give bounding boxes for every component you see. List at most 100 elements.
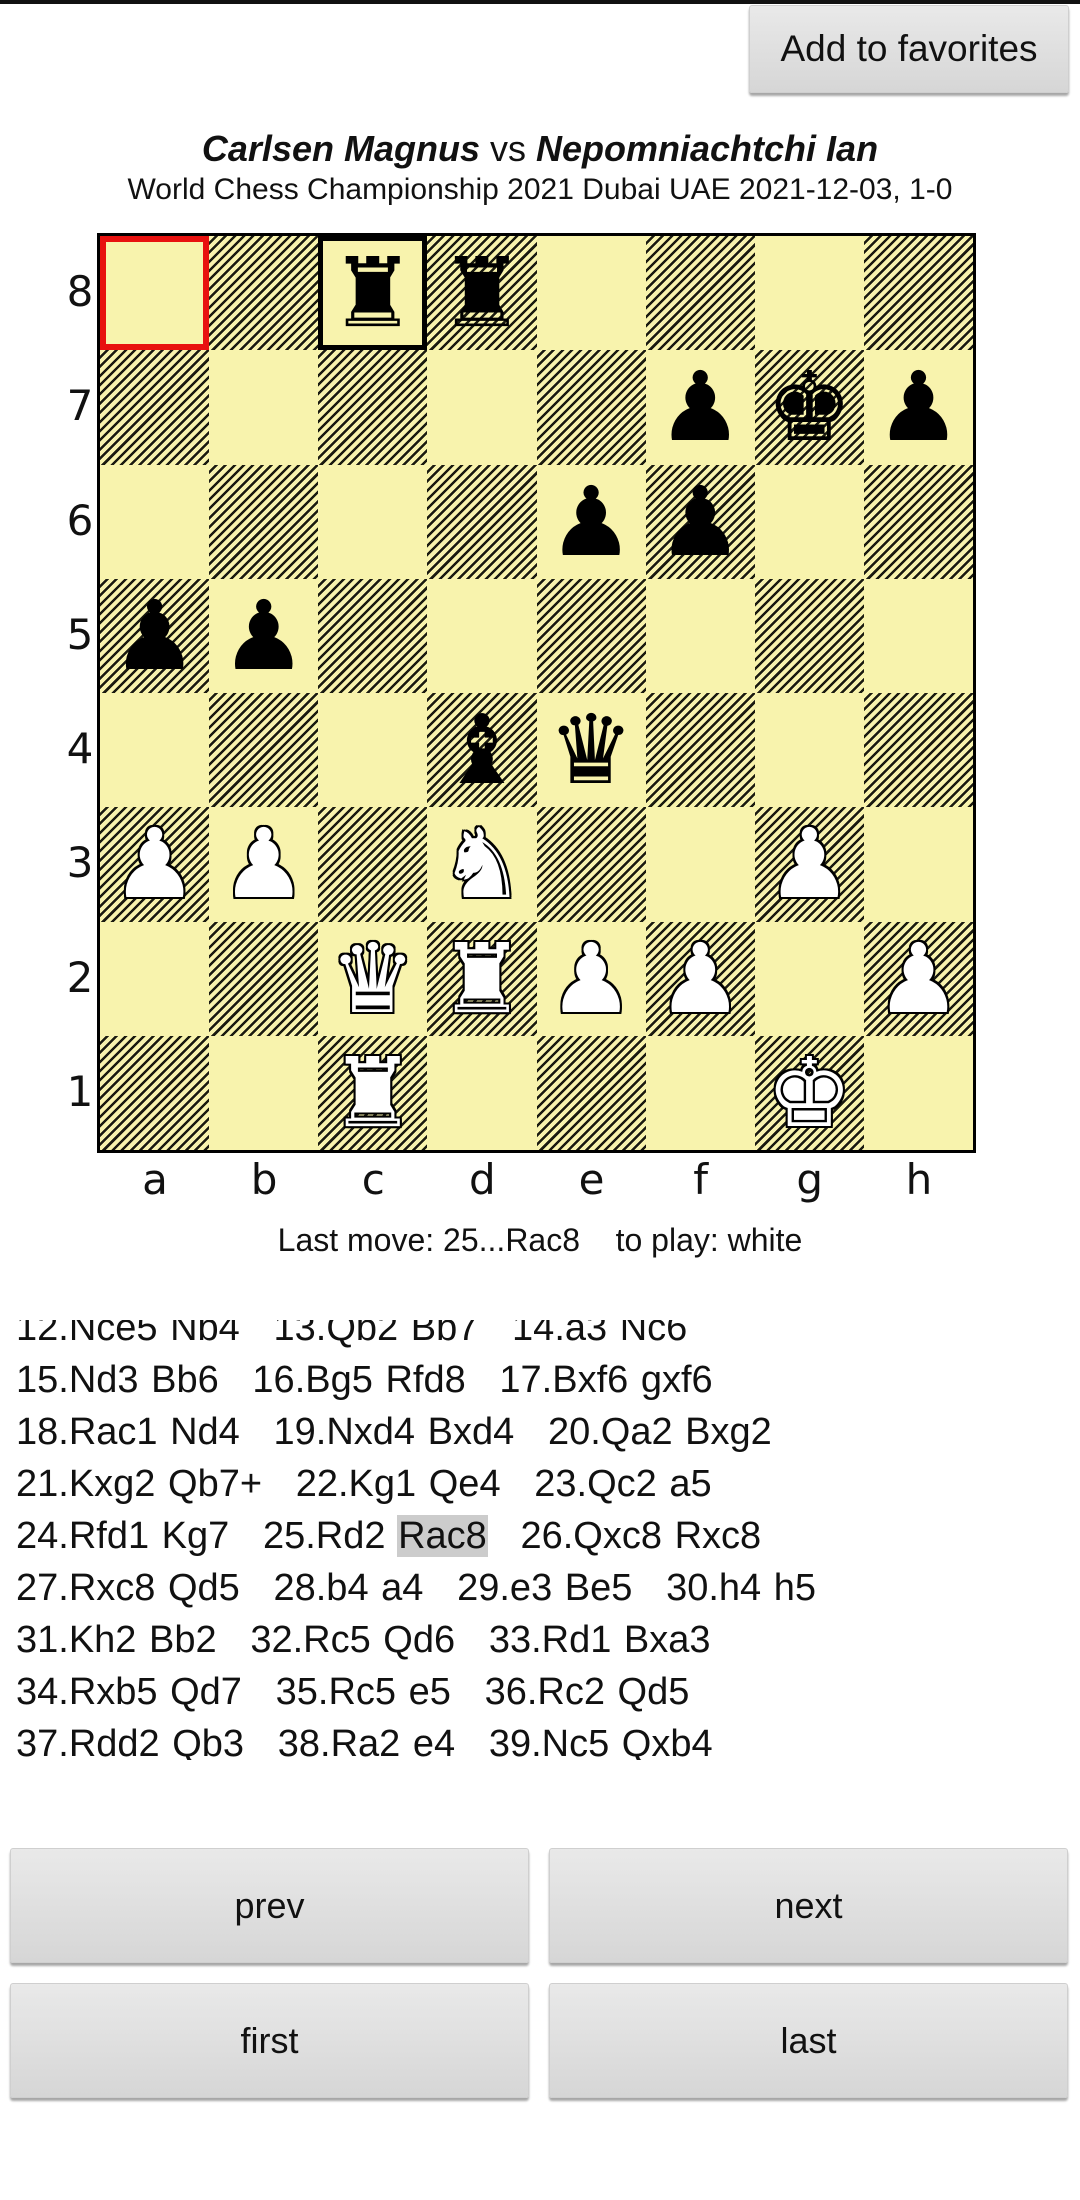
white-pawn-icon[interactable]: ♟: [548, 931, 634, 1027]
move[interactable]: gxf6: [640, 1359, 714, 1401]
square-a8[interactable]: [100, 236, 210, 351]
move[interactable]: 32.Rc5: [249, 1619, 371, 1661]
move[interactable]: e4: [412, 1723, 456, 1760]
square-a3[interactable]: ♟: [100, 807, 210, 922]
white-pawn-icon[interactable]: ♟: [766, 816, 852, 912]
square-b5[interactable]: ♟: [209, 578, 319, 693]
square-b2[interactable]: [209, 921, 319, 1036]
square-h4[interactable]: [863, 693, 973, 808]
black-queen-icon[interactable]: ♛: [548, 702, 634, 798]
square-e8[interactable]: [536, 236, 646, 351]
move[interactable]: 20.Qa2: [547, 1411, 674, 1453]
move[interactable]: 39.Nc5: [488, 1723, 610, 1760]
square-d3[interactable]: ♞: [427, 807, 537, 922]
white-pawn-icon[interactable]: ♟: [221, 816, 307, 912]
move[interactable]: Qd7: [169, 1671, 243, 1713]
square-c4[interactable]: [318, 693, 428, 808]
move[interactable]: Nc6: [619, 1320, 689, 1349]
white-pawn-icon[interactable]: ♟: [657, 931, 743, 1027]
move[interactable]: 35.Rc5: [275, 1671, 397, 1713]
move[interactable]: 17.Bxf6: [498, 1359, 629, 1401]
square-a1[interactable]: [100, 1035, 210, 1150]
move-list[interactable]: 12.Nce5 Nb4 13.Qb2 Bb7 14.a3 Nc6 15.Nd3 B…: [0, 1320, 1080, 1760]
square-h3[interactable]: [863, 807, 973, 922]
move[interactable]: 25.Rd2: [262, 1515, 387, 1557]
square-f2[interactable]: ♟: [645, 921, 755, 1036]
move[interactable]: 28.b4: [272, 1567, 369, 1609]
current-move[interactable]: Rac8: [397, 1515, 488, 1557]
last-button[interactable]: last: [549, 1983, 1068, 2098]
move[interactable]: Nd4: [169, 1411, 241, 1453]
black-pawn-icon[interactable]: ♟: [875, 359, 961, 455]
move[interactable]: Bb7: [410, 1320, 480, 1349]
move[interactable]: Qd5: [617, 1671, 691, 1713]
black-rook-icon[interactable]: ♜: [439, 245, 525, 341]
black-pawn-icon[interactable]: ♟: [657, 474, 743, 570]
black-pawn-icon[interactable]: ♟: [657, 359, 743, 455]
square-e1[interactable]: [536, 1035, 646, 1150]
square-g4[interactable]: [754, 693, 864, 808]
square-e2[interactable]: ♟: [536, 921, 646, 1036]
move[interactable]: 13.Qb2: [273, 1320, 400, 1349]
square-h7[interactable]: ♟: [863, 350, 973, 465]
black-bishop-icon[interactable]: ♝: [439, 702, 525, 798]
black-rook-icon[interactable]: ♜: [330, 245, 416, 341]
white-king-icon[interactable]: ♚: [766, 1045, 852, 1141]
move[interactable]: 33.Rd1: [488, 1619, 613, 1661]
move[interactable]: Qe4: [428, 1463, 502, 1505]
square-d6[interactable]: [427, 464, 537, 579]
square-h1[interactable]: [863, 1035, 973, 1150]
black-pawn-icon[interactable]: ♟: [221, 588, 307, 684]
move[interactable]: Bb6: [150, 1359, 220, 1401]
square-f4[interactable]: [645, 693, 755, 808]
move[interactable]: Qb3: [171, 1723, 245, 1760]
move[interactable]: h5: [773, 1567, 817, 1609]
move[interactable]: 24.Rfd1: [15, 1515, 150, 1557]
square-d5[interactable]: [427, 578, 537, 693]
square-f7[interactable]: ♟: [645, 350, 755, 465]
move[interactable]: 38.Ra2: [277, 1723, 402, 1760]
move[interactable]: e5: [408, 1671, 452, 1713]
square-f6[interactable]: ♟: [645, 464, 755, 579]
move[interactable]: Be5: [564, 1567, 634, 1609]
square-b1[interactable]: [209, 1035, 319, 1150]
square-h5[interactable]: [863, 578, 973, 693]
move[interactable]: Bxd4: [427, 1411, 516, 1453]
square-d4[interactable]: ♝: [427, 693, 537, 808]
square-e5[interactable]: [536, 578, 646, 693]
move[interactable]: 31.Kh2: [15, 1619, 137, 1661]
square-b8[interactable]: [209, 236, 319, 351]
move[interactable]: 26.Qxc8: [519, 1515, 663, 1557]
move[interactable]: 22.Kg1: [295, 1463, 417, 1505]
white-pawn-icon[interactable]: ♟: [112, 816, 198, 912]
square-a2[interactable]: [100, 921, 210, 1036]
square-e6[interactable]: ♟: [536, 464, 646, 579]
square-c6[interactable]: [318, 464, 428, 579]
square-f8[interactable]: [645, 236, 755, 351]
next-button[interactable]: next: [549, 1848, 1068, 1963]
square-g5[interactable]: [754, 578, 864, 693]
move[interactable]: 29.e3: [456, 1567, 553, 1609]
move[interactable]: 21.Kxg2: [15, 1463, 156, 1505]
square-a5[interactable]: ♟: [100, 578, 210, 693]
square-b4[interactable]: [209, 693, 319, 808]
white-knight-icon[interactable]: ♞: [439, 816, 525, 912]
white-queen-icon[interactable]: ♛: [330, 931, 416, 1027]
black-king-icon[interactable]: ♚: [766, 359, 852, 455]
white-rook-icon[interactable]: ♜: [439, 931, 525, 1027]
move[interactable]: Kg7: [161, 1515, 231, 1557]
square-h6[interactable]: [863, 464, 973, 579]
move[interactable]: Bb2: [148, 1619, 218, 1661]
move[interactable]: 37.Rdd2: [15, 1723, 161, 1760]
square-d1[interactable]: [427, 1035, 537, 1150]
move[interactable]: Qb7+: [167, 1463, 263, 1505]
move[interactable]: Bxg2: [684, 1411, 773, 1453]
square-b3[interactable]: ♟: [209, 807, 319, 922]
move[interactable]: 14.a3: [511, 1320, 608, 1349]
move[interactable]: 30.h4: [665, 1567, 762, 1609]
white-pawn-icon[interactable]: ♟: [875, 931, 961, 1027]
square-b6[interactable]: [209, 464, 319, 579]
square-g7[interactable]: ♚: [754, 350, 864, 465]
square-c5[interactable]: [318, 578, 428, 693]
move[interactable]: 12.Nce5: [15, 1320, 159, 1349]
